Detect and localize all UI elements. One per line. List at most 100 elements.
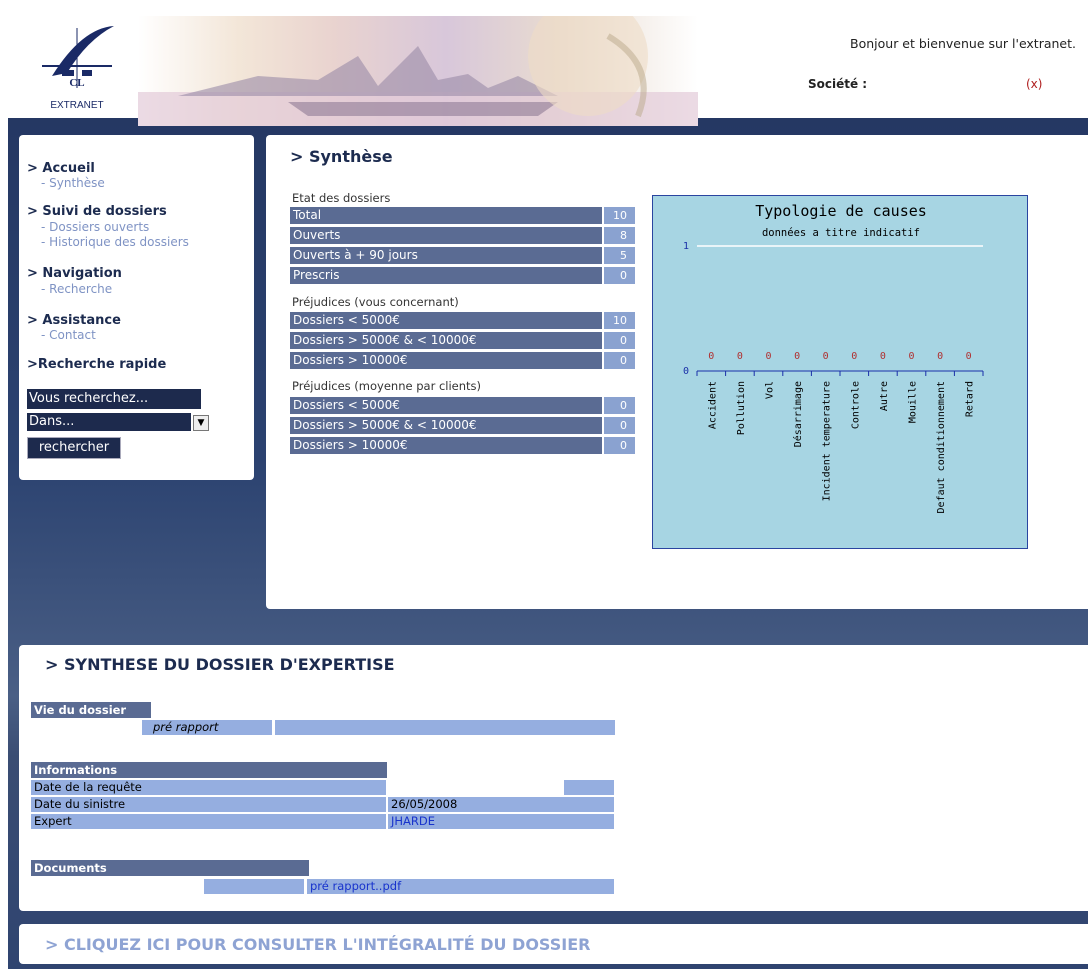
menu-item-historique[interactable]: - Historique des dossiers <box>41 235 189 249</box>
menu-item-recherche[interactable]: - Recherche <box>41 282 112 296</box>
logo[interactable]: CL EXTRANET <box>22 18 134 118</box>
bar-value-label: 0 <box>851 351 857 362</box>
stat-row: Dossiers > 5000€ & < 10000€ 0 <box>290 332 635 349</box>
bar-value-label: 0 <box>937 351 943 362</box>
page-title: > Synthèse <box>290 147 393 166</box>
info-row-value: 26/05/2008 <box>388 797 614 812</box>
vie-dossier-empty-cell <box>275 720 615 735</box>
dossier-title: > SYNTHESE DU DOSSIER D'EXPERTISE <box>45 655 395 674</box>
chart-subtitle: données a titre indicatif <box>762 227 920 239</box>
menu-assistance[interactable]: > Assistance <box>27 313 121 328</box>
stat-row: Dossiers < 5000€ 0 <box>290 397 635 414</box>
stat-row-value: 0 <box>604 437 635 454</box>
stat-row-label: Dossiers > 5000€ & < 10000€ <box>290 417 602 434</box>
y-tick-label: 0 <box>683 366 689 377</box>
info-row-extra <box>564 780 614 795</box>
stat-row-label: Ouverts à + 90 jours <box>290 247 602 264</box>
bar-value-label: 0 <box>823 351 829 362</box>
stat-row-value: 10 <box>604 312 635 329</box>
vie-dossier-cell: pré rapport <box>142 720 272 735</box>
welcome-message: Bonjour et bienvenue sur l'extranet. <box>850 36 1076 51</box>
menu-recherche-rapide: >Recherche rapide <box>27 357 167 372</box>
stat-row-value: 10 <box>604 207 635 224</box>
stat-row: Dossiers > 10000€ 0 <box>290 352 635 369</box>
stat-row-label: Dossiers > 10000€ <box>290 437 602 454</box>
stat-row: Total 10 <box>290 207 635 224</box>
bar-value-label: 0 <box>737 351 743 362</box>
x-tick-label: Retard <box>965 381 976 417</box>
bar-value-label: 0 <box>765 351 771 362</box>
bar-value-label: 0 <box>880 351 886 362</box>
stat-row: Dossiers > 5000€ & < 10000€ 0 <box>290 417 635 434</box>
prejudices-label: Préjudices (vous concernant) <box>292 295 459 309</box>
stat-row-label: Prescris <box>290 267 602 284</box>
documents-empty-cell <box>204 879 304 894</box>
dossier-panel: > SYNTHESE DU DOSSIER D'EXPERTISE Vie du… <box>19 645 1088 911</box>
synthese-panel: > Synthèse Etat des dossiers Total 10 Ouv… <box>266 135 1088 609</box>
bar-value-label: 0 <box>708 351 714 362</box>
info-row-value <box>388 780 563 795</box>
x-tick-label: Controle <box>850 381 861 429</box>
menu-item-synthese[interactable]: - Synthèse <box>41 176 105 190</box>
info-row-label: Date de la requête <box>31 780 386 795</box>
stat-row: Dossiers < 5000€ 10 <box>290 312 635 329</box>
stat-row-label: Dossiers < 5000€ <box>290 312 602 329</box>
sidebar-menu: > Accueil - Synthèse > Suivi de dossiers… <box>19 135 254 480</box>
vie-dossier-value: pré rapport <box>153 720 219 734</box>
stat-row-label: Dossiers > 5000€ & < 10000€ <box>290 332 602 349</box>
stat-row-label: Ouverts <box>290 227 602 244</box>
y-tick-label: 1 <box>683 241 689 252</box>
search-scope-select[interactable]: Dans... <box>27 413 191 431</box>
header-banner-image <box>138 16 698 126</box>
x-tick-label: Pollution <box>736 381 747 435</box>
stat-row-label: Dossiers > 10000€ <box>290 352 602 369</box>
bar-value-label: 0 <box>908 351 914 362</box>
etat-label: Etat des dossiers <box>292 191 391 205</box>
prejudices-moyenne-label: Préjudices (moyenne par clients) <box>292 379 482 393</box>
stat-row-value: 0 <box>604 267 635 284</box>
logo-caption: EXTRANET <box>50 100 103 111</box>
consult-dossier-bar[interactable]: > CLIQUEZ ICI POUR CONSULTER L'INTÉGRALI… <box>19 924 1088 964</box>
x-tick-label: Accident <box>707 381 718 429</box>
expert-link[interactable]: JHARDE <box>388 814 614 829</box>
stat-row-value: 0 <box>604 417 635 434</box>
info-row-label: Expert <box>31 814 386 829</box>
informations-header: Informations <box>31 762 387 778</box>
logo-emblem-icon: CL EXTRANET <box>42 26 114 111</box>
x-tick-label: Incident temperature <box>822 381 833 501</box>
chart-title: Typologie de causes <box>755 202 927 220</box>
logo-letters: CL <box>69 77 84 89</box>
header: CL EXTRANET Bonjour et bienvenue sur l'e… <box>8 8 1088 126</box>
causes-chart: Typologie de causes données a titre indic… <box>652 195 1028 549</box>
logout-button[interactable]: (x) <box>1026 77 1042 91</box>
document-link[interactable]: pré rapport..pdf <box>307 879 614 894</box>
page-top-edge <box>0 0 1088 8</box>
stat-row-value: 8 <box>604 227 635 244</box>
quick-search-input[interactable]: Vous recherchez... <box>27 389 201 409</box>
stat-row: Prescris 0 <box>290 267 635 284</box>
x-tick-label: Désarrimage <box>792 381 804 447</box>
documents-header: Documents <box>31 860 309 876</box>
stat-row-label: Total <box>290 207 602 224</box>
menu-item-dossiers-ouverts[interactable]: - Dossiers ouverts <box>41 220 149 234</box>
stat-row-value: 0 <box>604 352 635 369</box>
x-tick-label: Vol <box>765 381 776 399</box>
search-button[interactable]: rechercher <box>27 437 121 459</box>
page-left-edge <box>0 0 8 969</box>
stat-row: Dossiers > 10000€ 0 <box>290 437 635 454</box>
x-tick-label: Defaut conditionnement <box>936 381 947 513</box>
bar-value-label: 0 <box>794 351 800 362</box>
chevron-down-icon[interactable]: ▼ <box>193 415 209 431</box>
stat-row: Ouverts à + 90 jours 5 <box>290 247 635 264</box>
consult-dossier-link[interactable]: > CLIQUEZ ICI POUR CONSULTER L'INTÉGRALI… <box>45 935 590 954</box>
menu-suivi-dossiers[interactable]: > Suivi de dossiers <box>27 204 167 219</box>
menu-item-contact[interactable]: - Contact <box>41 328 96 342</box>
stat-row-value: 0 <box>604 332 635 349</box>
x-tick-label: Autre <box>879 381 890 411</box>
vie-dossier-header: Vie du dossier <box>31 702 151 718</box>
stat-row-value: 5 <box>604 247 635 264</box>
societe-label: Société : <box>808 77 868 91</box>
menu-navigation[interactable]: > Navigation <box>27 266 122 281</box>
menu-accueil[interactable]: > Accueil <box>27 161 95 176</box>
stat-row: Ouverts 8 <box>290 227 635 244</box>
